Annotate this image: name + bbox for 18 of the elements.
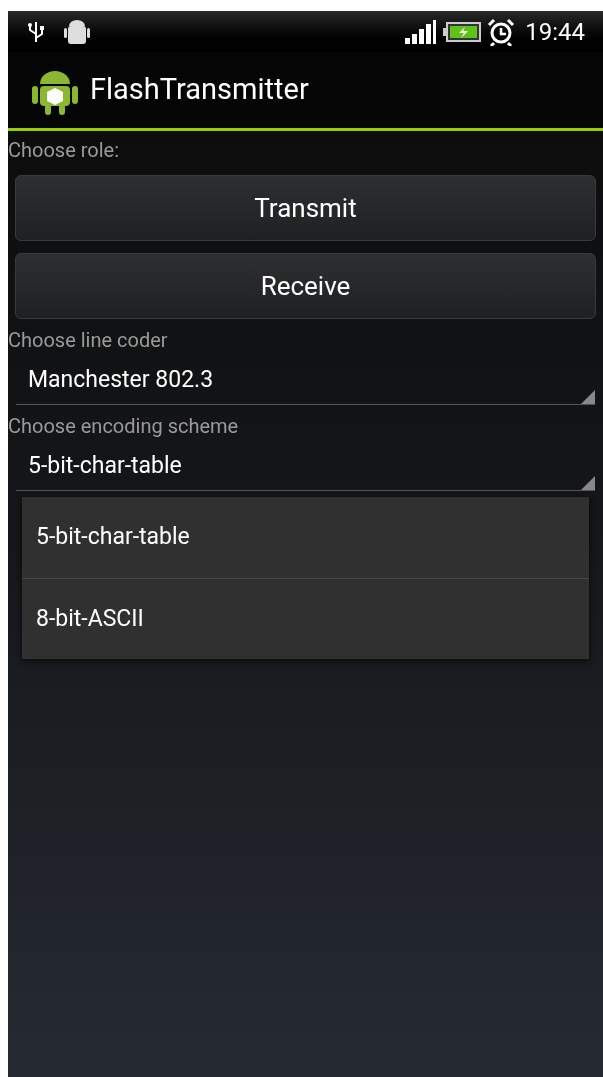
clock-time: 19:44 (525, 16, 585, 48)
app-title: FlashTransmitter (90, 71, 309, 109)
field-label: Choose line coder (8, 327, 169, 353)
usb-icon (26, 19, 46, 44)
android-debug-icon (64, 17, 90, 46)
role-button[interactable]: Transmit (15, 175, 596, 241)
alarm-clock-icon (487, 17, 516, 46)
signal-icon (405, 19, 438, 44)
section-label: Choose role: (8, 137, 121, 163)
battery-charging-icon (443, 20, 482, 43)
corner-triangle-icon (581, 390, 595, 404)
field-label: Choose encoding scheme (8, 413, 240, 439)
dropdown-field[interactable]: Manchester 802.3 (16, 357, 595, 405)
role-button[interactable]: Receive (15, 253, 596, 319)
corner-triangle-icon (581, 476, 595, 490)
dropdown-option[interactable]: 5-bit-char-table (22, 497, 589, 578)
dropdown-option[interactable]: 8-bit-ASCII (22, 578, 589, 659)
dropdown-field[interactable]: 5-bit-char-table (16, 443, 595, 491)
